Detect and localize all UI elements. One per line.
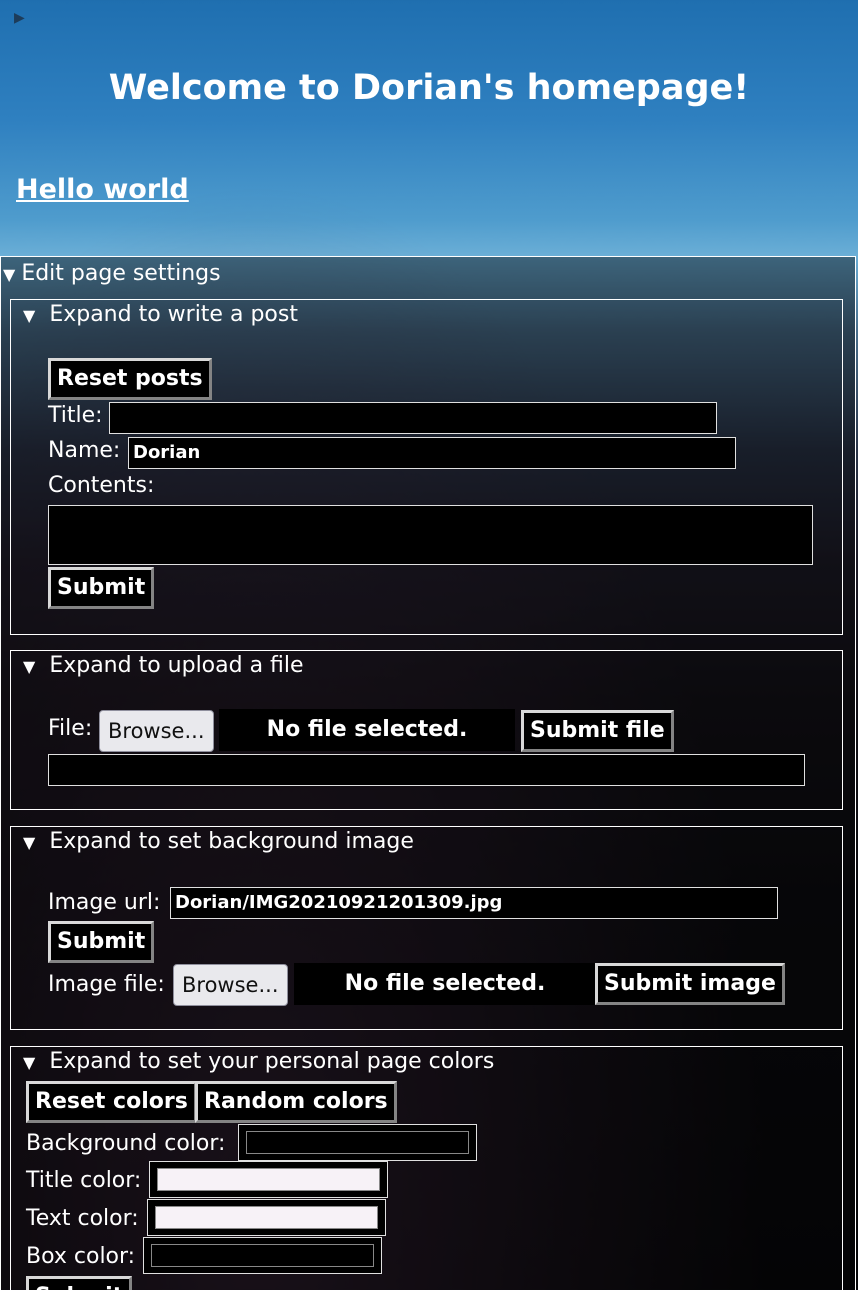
background-image-panel: ▼ Expand to set background image Image ur… (10, 826, 843, 1030)
text-color-swatch (155, 1206, 378, 1229)
triangle-down-icon: ▼ (23, 1053, 36, 1072)
background-image-summary-label: Expand to set background image (49, 829, 414, 854)
settings-summary-label: Edit page settings (21, 261, 221, 286)
title-label: Title: (48, 403, 103, 428)
box-color-swatch (151, 1244, 374, 1267)
submit-post-button[interactable]: Submit (48, 567, 155, 609)
title-color-picker[interactable] (149, 1161, 388, 1198)
write-post-summary[interactable]: ▼ Expand to write a post (23, 302, 298, 327)
title-color-swatch (157, 1168, 380, 1191)
edit-page-settings: ▼ Edit page settings ▼ Expand to write a p… (0, 256, 856, 1290)
page-colors-summary[interactable]: ▼ Expand to set your personal page colors (23, 1049, 494, 1074)
page-colors-summary-label: Expand to set your personal page colors (49, 1049, 495, 1074)
upload-file-summary-label: Expand to upload a file (49, 653, 304, 678)
no-file-selected-text: No file selected. (219, 709, 515, 751)
image-file-label: Image file: (48, 972, 165, 997)
upload-file-panel: ▼ Expand to upload a file File: Browse...… (10, 650, 843, 810)
triangle-down-icon: ▼ (23, 657, 36, 676)
triangle-down-icon: ▼ (23, 306, 36, 325)
post-name-input[interactable]: Dorian (128, 437, 736, 469)
page-colors-panel: ▼ Expand to set your personal page colors… (10, 1046, 843, 1290)
name-label: Name: (48, 438, 121, 463)
hello-world-link[interactable]: Hello world (16, 174, 189, 205)
upload-result-field[interactable] (48, 754, 805, 786)
triangle-right-icon[interactable]: ▶ (14, 10, 25, 26)
background-color-swatch (246, 1131, 469, 1154)
submit-image-button[interactable]: Submit image (595, 963, 785, 1005)
file-label: File: (48, 716, 93, 741)
box-color-picker[interactable] (143, 1237, 382, 1274)
post-contents-textarea[interactable] (48, 505, 813, 565)
write-post-summary-label: Expand to write a post (49, 302, 298, 327)
random-colors-button[interactable]: Random colors (195, 1081, 397, 1123)
image-url-input[interactable]: Dorian/IMG20210921201309.jpg (170, 887, 778, 919)
reset-posts-button[interactable]: Reset posts (48, 358, 212, 400)
page-title: Welcome to Dorian's homepage! (108, 68, 750, 108)
triangle-down-icon: ▼ (23, 833, 36, 852)
text-color-label: Text color: (26, 1206, 139, 1231)
reset-colors-button[interactable]: Reset colors (26, 1081, 197, 1123)
browse-file-button[interactable]: Browse... (99, 710, 214, 752)
contents-label: Contents: (48, 473, 155, 498)
browse-image-button[interactable]: Browse... (173, 964, 288, 1006)
submit-colors-button[interactable]: Submit (26, 1276, 133, 1290)
image-url-label: Image url: (48, 890, 161, 915)
background-color-label: Background color: (26, 1131, 226, 1156)
post-title-input[interactable] (109, 402, 717, 434)
submit-image-url-button[interactable]: Submit (48, 921, 155, 963)
title-color-label: Title color: (26, 1168, 142, 1193)
text-color-picker[interactable] (147, 1199, 386, 1236)
write-post-panel: ▼ Expand to write a post Reset posts Titl… (10, 299, 843, 635)
background-image-summary[interactable]: ▼ Expand to set background image (23, 829, 414, 854)
upload-file-summary[interactable]: ▼ Expand to upload a file (23, 653, 304, 678)
box-color-label: Box color: (26, 1244, 136, 1269)
submit-file-button[interactable]: Submit file (521, 710, 674, 752)
no-image-selected-text: No file selected. (294, 963, 596, 1005)
triangle-down-icon: ▼ (3, 265, 16, 284)
background-color-picker[interactable] (238, 1124, 477, 1161)
settings-summary[interactable]: ▼ Edit page settings (3, 261, 221, 286)
